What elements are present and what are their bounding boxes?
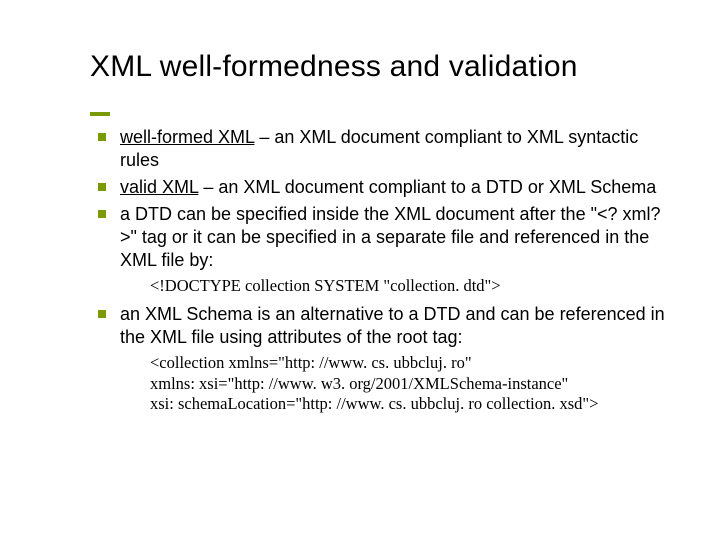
- list-item: well-formed XML – an XML document compli…: [90, 126, 680, 172]
- accent-bar: [90, 112, 110, 116]
- bullet-list: well-formed XML – an XML document compli…: [90, 126, 680, 272]
- list-item: an XML Schema is an alternative to a DTD…: [90, 303, 680, 349]
- term: valid XML: [120, 177, 198, 197]
- code-line: <!DOCTYPE collection SYSTEM "collection.…: [150, 276, 680, 297]
- slide: XML well-formedness and validation well-…: [0, 0, 720, 540]
- code-line: xmlns: xsi="http: //www. w3. org/2001/XM…: [150, 374, 680, 395]
- square-bullet-icon: [98, 310, 106, 318]
- item-text: – an XML document compliant to a DTD or …: [198, 177, 656, 197]
- code-block: <collection xmlns="http: //www. cs. ubbc…: [150, 353, 680, 415]
- bullet-list: an XML Schema is an alternative to a DTD…: [90, 303, 680, 349]
- code-line: xsi: schemaLocation="http: //www. cs. ub…: [150, 394, 680, 415]
- list-item: valid XML – an XML document compliant to…: [90, 176, 680, 199]
- item-text: a DTD can be specified inside the XML do…: [120, 204, 661, 270]
- list-item: a DTD can be specified inside the XML do…: [90, 203, 680, 272]
- code-line: <collection xmlns="http: //www. cs. ubbc…: [150, 353, 680, 374]
- term: well-formed XML: [120, 127, 254, 147]
- square-bullet-icon: [98, 133, 106, 141]
- item-text: an XML Schema is an alternative to a DTD…: [120, 304, 665, 347]
- slide-title: XML well-formedness and validation: [90, 50, 680, 84]
- square-bullet-icon: [98, 183, 106, 191]
- square-bullet-icon: [98, 210, 106, 218]
